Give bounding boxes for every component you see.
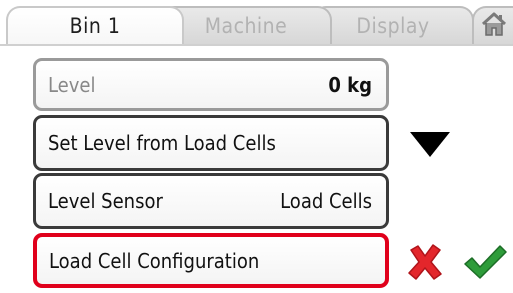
level-value: 0 kg	[328, 72, 372, 97]
tab-label: Machine	[204, 14, 288, 38]
tab-bar: Display Machine Bin 1	[0, 0, 513, 50]
confirm-button[interactable]	[460, 241, 510, 287]
load-cell-configuration-button[interactable]: Load Cell Configuration	[33, 233, 389, 288]
cancel-button[interactable]	[402, 241, 448, 287]
tab-label: Bin 1	[69, 14, 121, 38]
check-icon	[462, 243, 508, 285]
dropdown-button[interactable]	[404, 123, 456, 169]
level-field: Level 0 kg	[33, 58, 389, 111]
level-sensor-value: Load Cells	[280, 189, 372, 213]
level-sensor-field[interactable]: Level Sensor Load Cells	[33, 173, 389, 229]
level-sensor-label: Level Sensor	[48, 189, 163, 213]
load-cell-configuration-label: Load Cell Configuration	[49, 248, 260, 273]
home-icon	[481, 11, 507, 41]
home-button[interactable]	[472, 6, 513, 44]
tab-machine[interactable]: Machine	[160, 6, 332, 44]
set-level-label: Set Level from Load Cells	[48, 131, 276, 155]
screen: Display Machine Bin 1 Level 0 kg Set Lev…	[0, 0, 513, 293]
set-level-button[interactable]: Set Level from Load Cells	[33, 115, 389, 171]
x-icon	[405, 242, 445, 286]
level-label: Level	[48, 72, 96, 97]
tab-divider	[0, 44, 513, 46]
tab-label: Display	[356, 14, 430, 38]
tab-display[interactable]: Display	[312, 6, 474, 44]
tab-bin-1[interactable]: Bin 1	[6, 6, 184, 44]
triangle-down-icon	[408, 129, 452, 163]
